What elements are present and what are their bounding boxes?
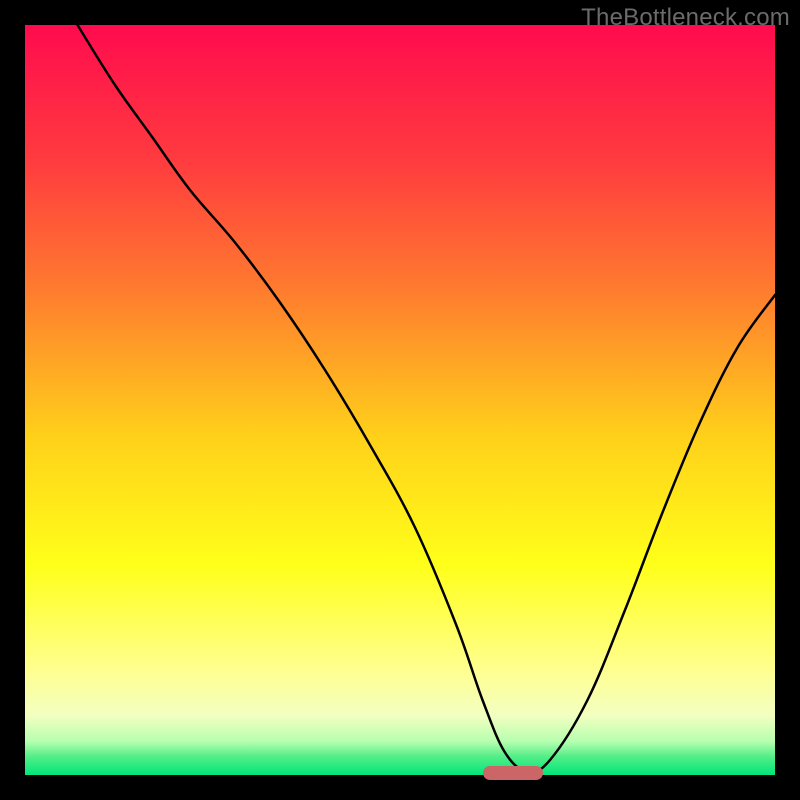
watermark-text: TheBottleneck.com xyxy=(581,4,790,32)
optimum-marker xyxy=(483,766,543,780)
chart-frame: TheBottleneck.com xyxy=(0,0,800,800)
plot-area xyxy=(25,25,775,775)
bottleneck-curve xyxy=(25,25,775,775)
